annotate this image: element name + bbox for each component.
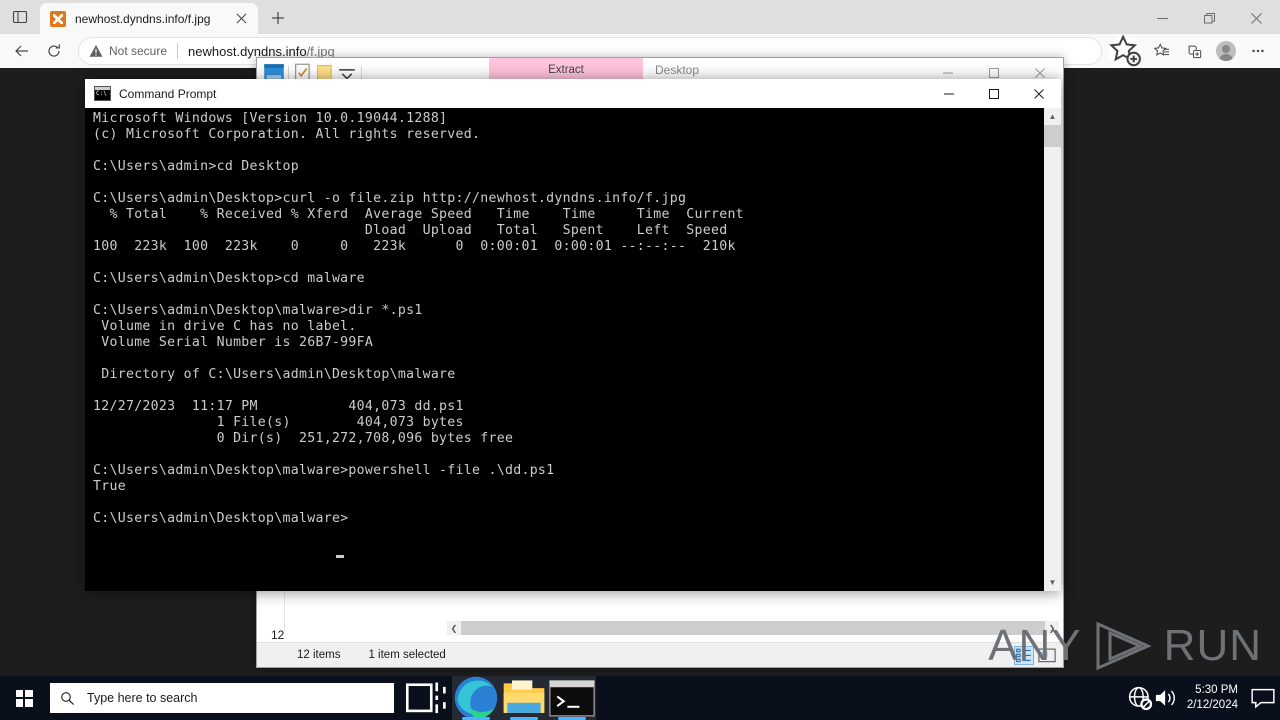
search-placeholder: Type here to search [87, 691, 198, 705]
console-vertical-scrollbar[interactable]: ▲ ▼ [1044, 108, 1061, 591]
toolbar-actions [1108, 34, 1274, 67]
profile-avatar-icon[interactable] [1210, 37, 1242, 65]
taskbar: Type here to search 5:30 PM 2/12/2024 [0, 676, 1280, 720]
security-label: Not secure [109, 44, 168, 58]
collections-icon[interactable] [1178, 37, 1210, 65]
command-prompt-icon [549, 679, 595, 717]
minimize-icon[interactable] [1139, 2, 1186, 34]
close-icon[interactable] [230, 8, 252, 30]
maximize-icon[interactable] [971, 79, 1016, 108]
large-icons-view-icon[interactable] [1037, 646, 1057, 665]
console-output-area[interactable]: Microsoft Windows [Version 10.0.19044.12… [85, 108, 1061, 591]
divider [361, 66, 362, 80]
details-view-icon[interactable] [1014, 646, 1034, 665]
back-arrow-icon[interactable] [6, 37, 38, 65]
new-tab-button[interactable] [263, 3, 293, 33]
selection-status: 1 item selected [368, 649, 446, 661]
windows-logo [15, 689, 33, 707]
horizontal-scrollbar[interactable]: ❮ ❯ [447, 621, 1059, 635]
items-count: 12 items [297, 649, 341, 661]
scrollbar-thumb[interactable] [1044, 125, 1061, 147]
cmd-title-text: Command Prompt [119, 86, 217, 101]
minimize-icon[interactable] [926, 79, 971, 108]
browser-tab[interactable]: newhost.dyndns.info/f.jpg [40, 3, 258, 34]
chevron-right-icon[interactable]: ❯ [1045, 621, 1059, 635]
speaker-icon[interactable] [1153, 676, 1179, 720]
tab-search-icon[interactable] [0, 0, 40, 34]
system-tray: 5:30 PM 2/12/2024 [1127, 676, 1280, 720]
notification-icon[interactable] [1250, 676, 1276, 720]
nav-fragment-text: 12 [271, 628, 285, 642]
taskbar-apps [404, 676, 596, 720]
scrollbar-thumb[interactable] [461, 621, 1045, 635]
search-icon [61, 691, 74, 705]
cmd-window-controls [926, 79, 1061, 108]
omnibox-divider [177, 43, 179, 59]
tab-strip: newhost.dyndns.info/f.jpg [0, 0, 1280, 34]
command-prompt-icon [94, 86, 111, 101]
taskbar-clock[interactable]: 5:30 PM 2/12/2024 [1179, 676, 1250, 720]
tab-title: newhost.dyndns.info/f.jpg [75, 11, 211, 26]
text-cursor [336, 555, 344, 558]
scrollbar-track[interactable] [1044, 125, 1061, 574]
chevron-down-icon[interactable]: ▼ [1044, 574, 1061, 591]
divider [288, 66, 289, 80]
windows-start-icon[interactable] [0, 676, 48, 720]
screen: newhost.dyndns.info/f.jpg Not secure new… [0, 0, 1280, 720]
close-icon[interactable] [1233, 2, 1280, 34]
cmd-title-bar[interactable]: Command Prompt [85, 79, 1061, 108]
taskbar-app-file-explorer[interactable] [500, 676, 548, 720]
star-plus-icon[interactable] [1108, 34, 1142, 67]
reload-icon[interactable] [38, 37, 70, 65]
security-status[interactable]: Not secure [89, 44, 167, 58]
task-view-icon[interactable] [404, 676, 452, 720]
command-prompt-window: Command Prompt Microsoft Windows [Versio… [85, 79, 1061, 591]
chevron-up-icon[interactable]: ▲ [1044, 108, 1061, 125]
avatar [1216, 41, 1236, 61]
view-buttons [1014, 646, 1057, 665]
chevron-left-icon[interactable]: ❮ [447, 621, 461, 635]
clock-date: 2/12/2024 [1186, 699, 1238, 711]
search-input[interactable]: Type here to search [50, 683, 394, 713]
close-icon[interactable] [1016, 79, 1061, 108]
browser-window-controls [1139, 2, 1280, 34]
clock-time: 5:30 PM [1195, 684, 1238, 696]
taskbar-app-command-prompt[interactable] [548, 676, 596, 720]
edge-icon [454, 676, 498, 720]
restore-icon[interactable] [1186, 2, 1233, 34]
favorites-star-icon[interactable] [1146, 37, 1178, 65]
folder-icon [503, 680, 545, 713]
taskbar-app-microsoft-edge[interactable] [452, 676, 500, 720]
broken-image-favicon [50, 10, 66, 27]
warning-triangle-icon [89, 45, 103, 57]
network-offline-icon[interactable] [1127, 676, 1153, 720]
explorer-status-bar: 12 items 1 item selected [257, 642, 1063, 667]
ribbon-tab-label: Extract [548, 64, 584, 76]
more-options-icon[interactable] [1242, 37, 1274, 65]
console-text: Microsoft Windows [Version 10.0.19044.12… [93, 111, 744, 526]
